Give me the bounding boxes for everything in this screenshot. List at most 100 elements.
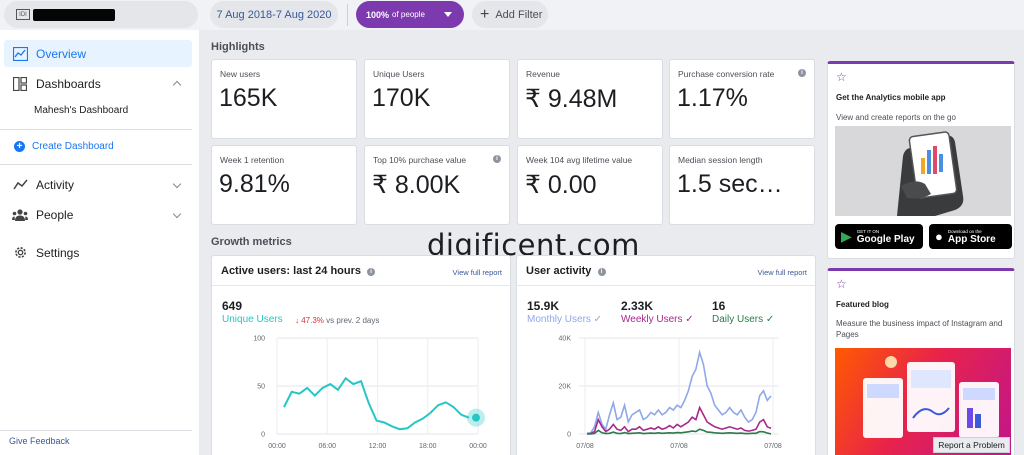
sidebar-item-dashboards[interactable]: Dashboards [4, 70, 192, 97]
kpi-card-new-users[interactable]: New users 165K [211, 59, 357, 139]
kpi-card-unique-users[interactable]: Unique Users 170K [364, 59, 510, 139]
active-users-card: Active users: last 24 hours i View full … [211, 255, 511, 455]
sidebar-item-activity[interactable]: Activity [4, 171, 192, 198]
star-icon[interactable]: ☆ [836, 70, 847, 84]
kpi-card-revenue[interactable]: Revenue ₹ 9.48M [517, 59, 663, 139]
report-problem-button[interactable]: Report a Problem [933, 437, 1010, 453]
featured-blog-title: Featured blog [836, 300, 889, 309]
card-divider [517, 285, 815, 286]
sidebar-item-label: Dashboards [36, 76, 101, 91]
unique-users-label: Unique Users [222, 314, 283, 325]
chart-title-text: Active users: last 24 hours [221, 265, 362, 277]
featured-blog-body[interactable]: Measure the business impact of Instagram… [836, 318, 1011, 340]
highlights-heading: Highlights [211, 41, 265, 53]
featured-blog-card: ☆ Featured blog Measure the business imp… [827, 268, 1015, 455]
app-selector[interactable]: IDI [4, 1, 198, 28]
sidebar-item-settings[interactable]: Settings [4, 239, 192, 266]
sidebar-divider [0, 164, 192, 165]
kpi-label: Week 1 retention [220, 155, 285, 165]
view-full-report-link[interactable]: View full report [453, 268, 502, 277]
people-icon [12, 207, 28, 223]
google-play-button[interactable]: ▶ GET IT ON Google Play [835, 224, 923, 249]
sidebar: Overview Dashboards Mahesh's Dashboard +… [0, 30, 199, 455]
line-chart-icon [12, 46, 28, 62]
chevron-down-icon[interactable] [172, 209, 182, 219]
info-icon[interactable]: i [597, 268, 606, 276]
mobile-app-body: View and create reports on the go [836, 113, 956, 122]
gear-icon [12, 245, 28, 261]
kpi-card-lifetime-value[interactable]: Week 104 avg lifetime value ₹ 0.00 [517, 145, 663, 225]
info-icon[interactable]: i [493, 155, 501, 163]
info-icon[interactable]: i [798, 69, 806, 77]
monthly-users-value: 15.9K [527, 299, 560, 313]
active-users-title: Active users: last 24 hours i [221, 265, 376, 277]
mobile-app-card: ☆ Get the Analytics mobile app View and … [827, 61, 1015, 259]
redacted-app-name [33, 8, 115, 21]
active-users-chart[interactable]: 0 50 100 00:00 06:00 12:00 18:00 00:00 [212, 331, 511, 455]
people-label: of people [392, 10, 425, 19]
kpi-card-week1-retention[interactable]: Week 1 retention 9.81% [211, 145, 357, 225]
user-activity-title: User activity i [526, 265, 606, 277]
x-tick-label: 07/08 [576, 443, 594, 450]
kpi-label: Unique Users [373, 69, 425, 79]
y-tick-label: 40K [559, 336, 572, 343]
date-range-picker[interactable]: 7 Aug 2018-7 Aug 2020 [210, 1, 338, 28]
create-dashboard-link[interactable]: + Create Dashboard [14, 141, 114, 152]
y-tick-label: 0 [261, 432, 265, 439]
info-icon[interactable]: i [367, 268, 376, 276]
kpi-value: 1.5 sec… [677, 170, 783, 198]
play-icon: ▶ [841, 228, 852, 244]
change-value: ↓ 47.3% [295, 316, 324, 325]
x-tick-label: 07/08 [670, 443, 688, 450]
user-activity-card: User activity i View full report 15.9K M… [516, 255, 816, 455]
add-filter-label: Add Filter [495, 8, 543, 21]
view-full-report-link[interactable]: View full report [758, 268, 807, 277]
user-activity-chart[interactable]: 0 20K 40K 07/08 07/08 07/08 [517, 331, 816, 455]
sidebar-divider [0, 430, 192, 431]
weekly-users-value: 2.33K [621, 299, 654, 313]
change-suffix: vs prev. 2 days [326, 316, 380, 325]
people-segment-dropdown[interactable]: 100% of people [356, 1, 464, 28]
x-tick-label: 07/08 [764, 443, 782, 450]
kpi-value: 9.81% [219, 170, 290, 198]
chevron-down-icon[interactable] [172, 179, 182, 189]
kpi-card-purchase-conversion[interactable]: Purchase conversion rate i 1.17% [669, 59, 815, 139]
give-feedback-link[interactable]: Give Feedback [9, 436, 70, 446]
kpi-card-top-purchase-value[interactable]: Top 10% purchase value i ₹ 8.00K [364, 145, 510, 225]
x-tick-label: 12:00 [369, 443, 387, 450]
unique-users-value: 649 [222, 299, 243, 313]
sidebar-item-mahesh-dashboard[interactable]: Mahesh's Dashboard [34, 105, 128, 116]
x-tick-label: 18:00 [419, 443, 437, 450]
star-icon[interactable]: ☆ [836, 277, 847, 291]
y-tick-label: 20K [559, 384, 572, 391]
daily-users-toggle[interactable]: Daily Users ✓ [712, 314, 774, 325]
kpi-label: Median session length [678, 155, 763, 165]
kpi-value: 170K [372, 84, 431, 112]
daily-users-value: 16 [712, 299, 726, 313]
kpi-label: Top 10% purchase value [373, 155, 467, 165]
x-tick-label: 00:00 [268, 443, 286, 450]
monthly-users-toggle[interactable]: Monthly Users ✓ [527, 314, 602, 325]
caret-down-icon [444, 12, 452, 17]
plus-circle-icon: + [14, 141, 25, 152]
add-filter-button[interactable]: + Add Filter [472, 1, 548, 28]
chevron-up-icon[interactable] [172, 80, 182, 90]
growth-metrics-heading: Growth metrics [211, 236, 292, 248]
top-bar: IDI 7 Aug 2018-7 Aug 2020 100% of people… [0, 0, 1024, 30]
weekly-users-toggle[interactable]: Weekly Users ✓ [621, 314, 694, 325]
kpi-value: ₹ 8.00K [372, 171, 461, 199]
plus-icon: + [480, 5, 490, 23]
app-store-button[interactable]: ● Download on the App Store [929, 224, 1012, 249]
mobile-app-title: Get the Analytics mobile app [836, 93, 946, 102]
toolbar-divider [347, 4, 348, 26]
kpi-value: 1.17% [677, 84, 748, 112]
apple-icon: ● [935, 229, 943, 244]
x-tick-label: 00:00 [469, 443, 487, 450]
sidebar-item-overview[interactable]: Overview [4, 40, 192, 67]
sidebar-divider [0, 129, 192, 130]
kpi-card-session-length[interactable]: Median session length 1.5 sec… [669, 145, 815, 225]
sidebar-item-label: Activity [36, 177, 75, 192]
sidebar-item-people[interactable]: People [4, 201, 192, 228]
phone-illustration [835, 126, 1011, 216]
create-dashboard-label: Create Dashboard [32, 141, 114, 152]
